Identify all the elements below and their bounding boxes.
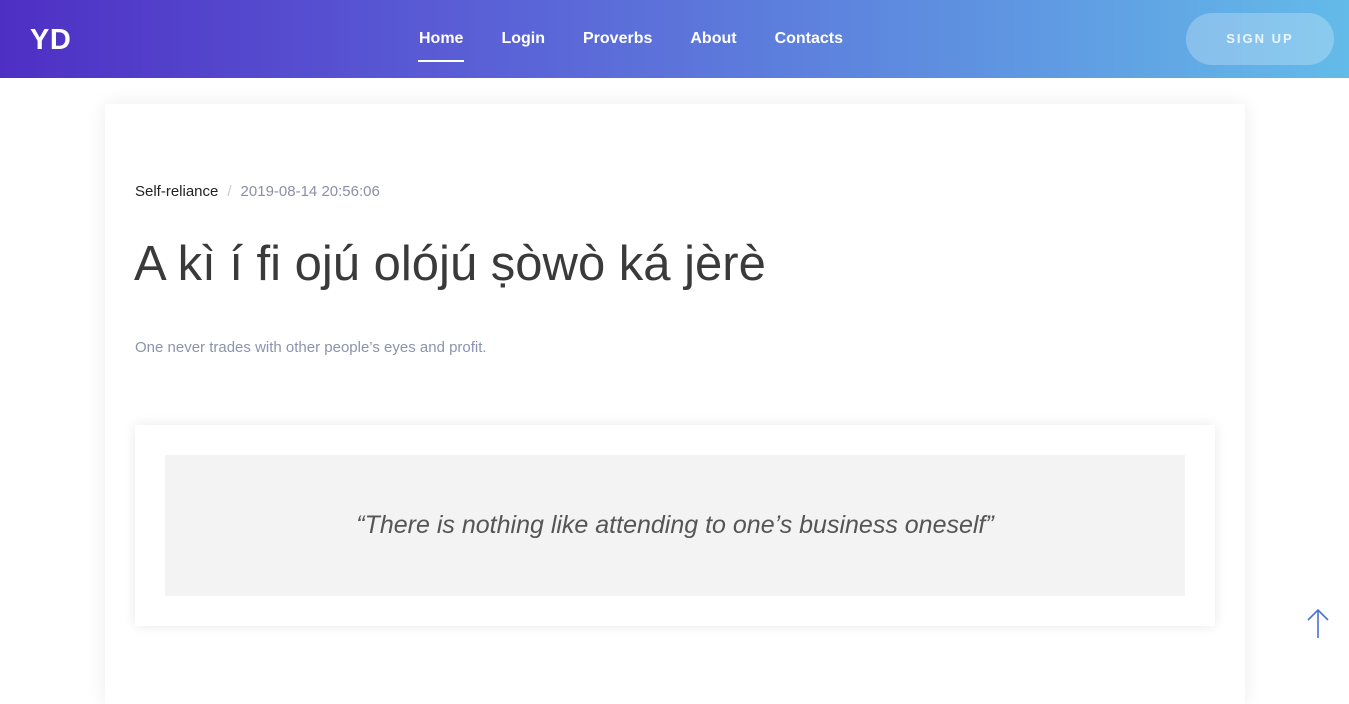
proverb-quote: “There is nothing like attending to one’… — [356, 511, 994, 539]
proverb-translation: One never trades with other people’s eye… — [135, 339, 487, 356]
category-link[interactable]: Self-reliance — [135, 183, 218, 200]
nav-link-about[interactable]: About — [671, 0, 755, 78]
post-date: 2019-08-14 20:56:06 — [240, 183, 380, 200]
main-nav: Home Login Proverbs About Contacts — [400, 0, 862, 78]
sign-up-button[interactable]: SIGN UP — [1186, 13, 1334, 65]
arrow-up-icon[interactable] — [1306, 608, 1330, 640]
proverb-card: Self-reliance / 2019-08-14 20:56:06 A kì í… — [105, 104, 1245, 704]
post-meta: Self-reliance / 2019-08-14 20:56:06 — [135, 182, 380, 202]
arrow-up-icon-svg — [1307, 608, 1329, 638]
quote-card: “There is nothing like attending to one’… — [135, 425, 1215, 626]
nav-link-contacts[interactable]: Contacts — [756, 0, 862, 78]
nav-link-login[interactable]: Login — [482, 0, 564, 78]
nav-link-proverbs[interactable]: Proverbs — [564, 0, 671, 78]
brand-logo[interactable]: YD — [30, 22, 71, 58]
navbar: YD Home Login Proverbs About Contacts SI… — [0, 0, 1349, 78]
nav-link-home[interactable]: Home — [400, 0, 482, 78]
proverb-title: A kì í fi ojú olójú ṣòwò ká jèrè — [134, 237, 766, 291]
meta-separator: / — [227, 183, 232, 200]
quote-box: “There is nothing like attending to one’… — [165, 455, 1185, 596]
